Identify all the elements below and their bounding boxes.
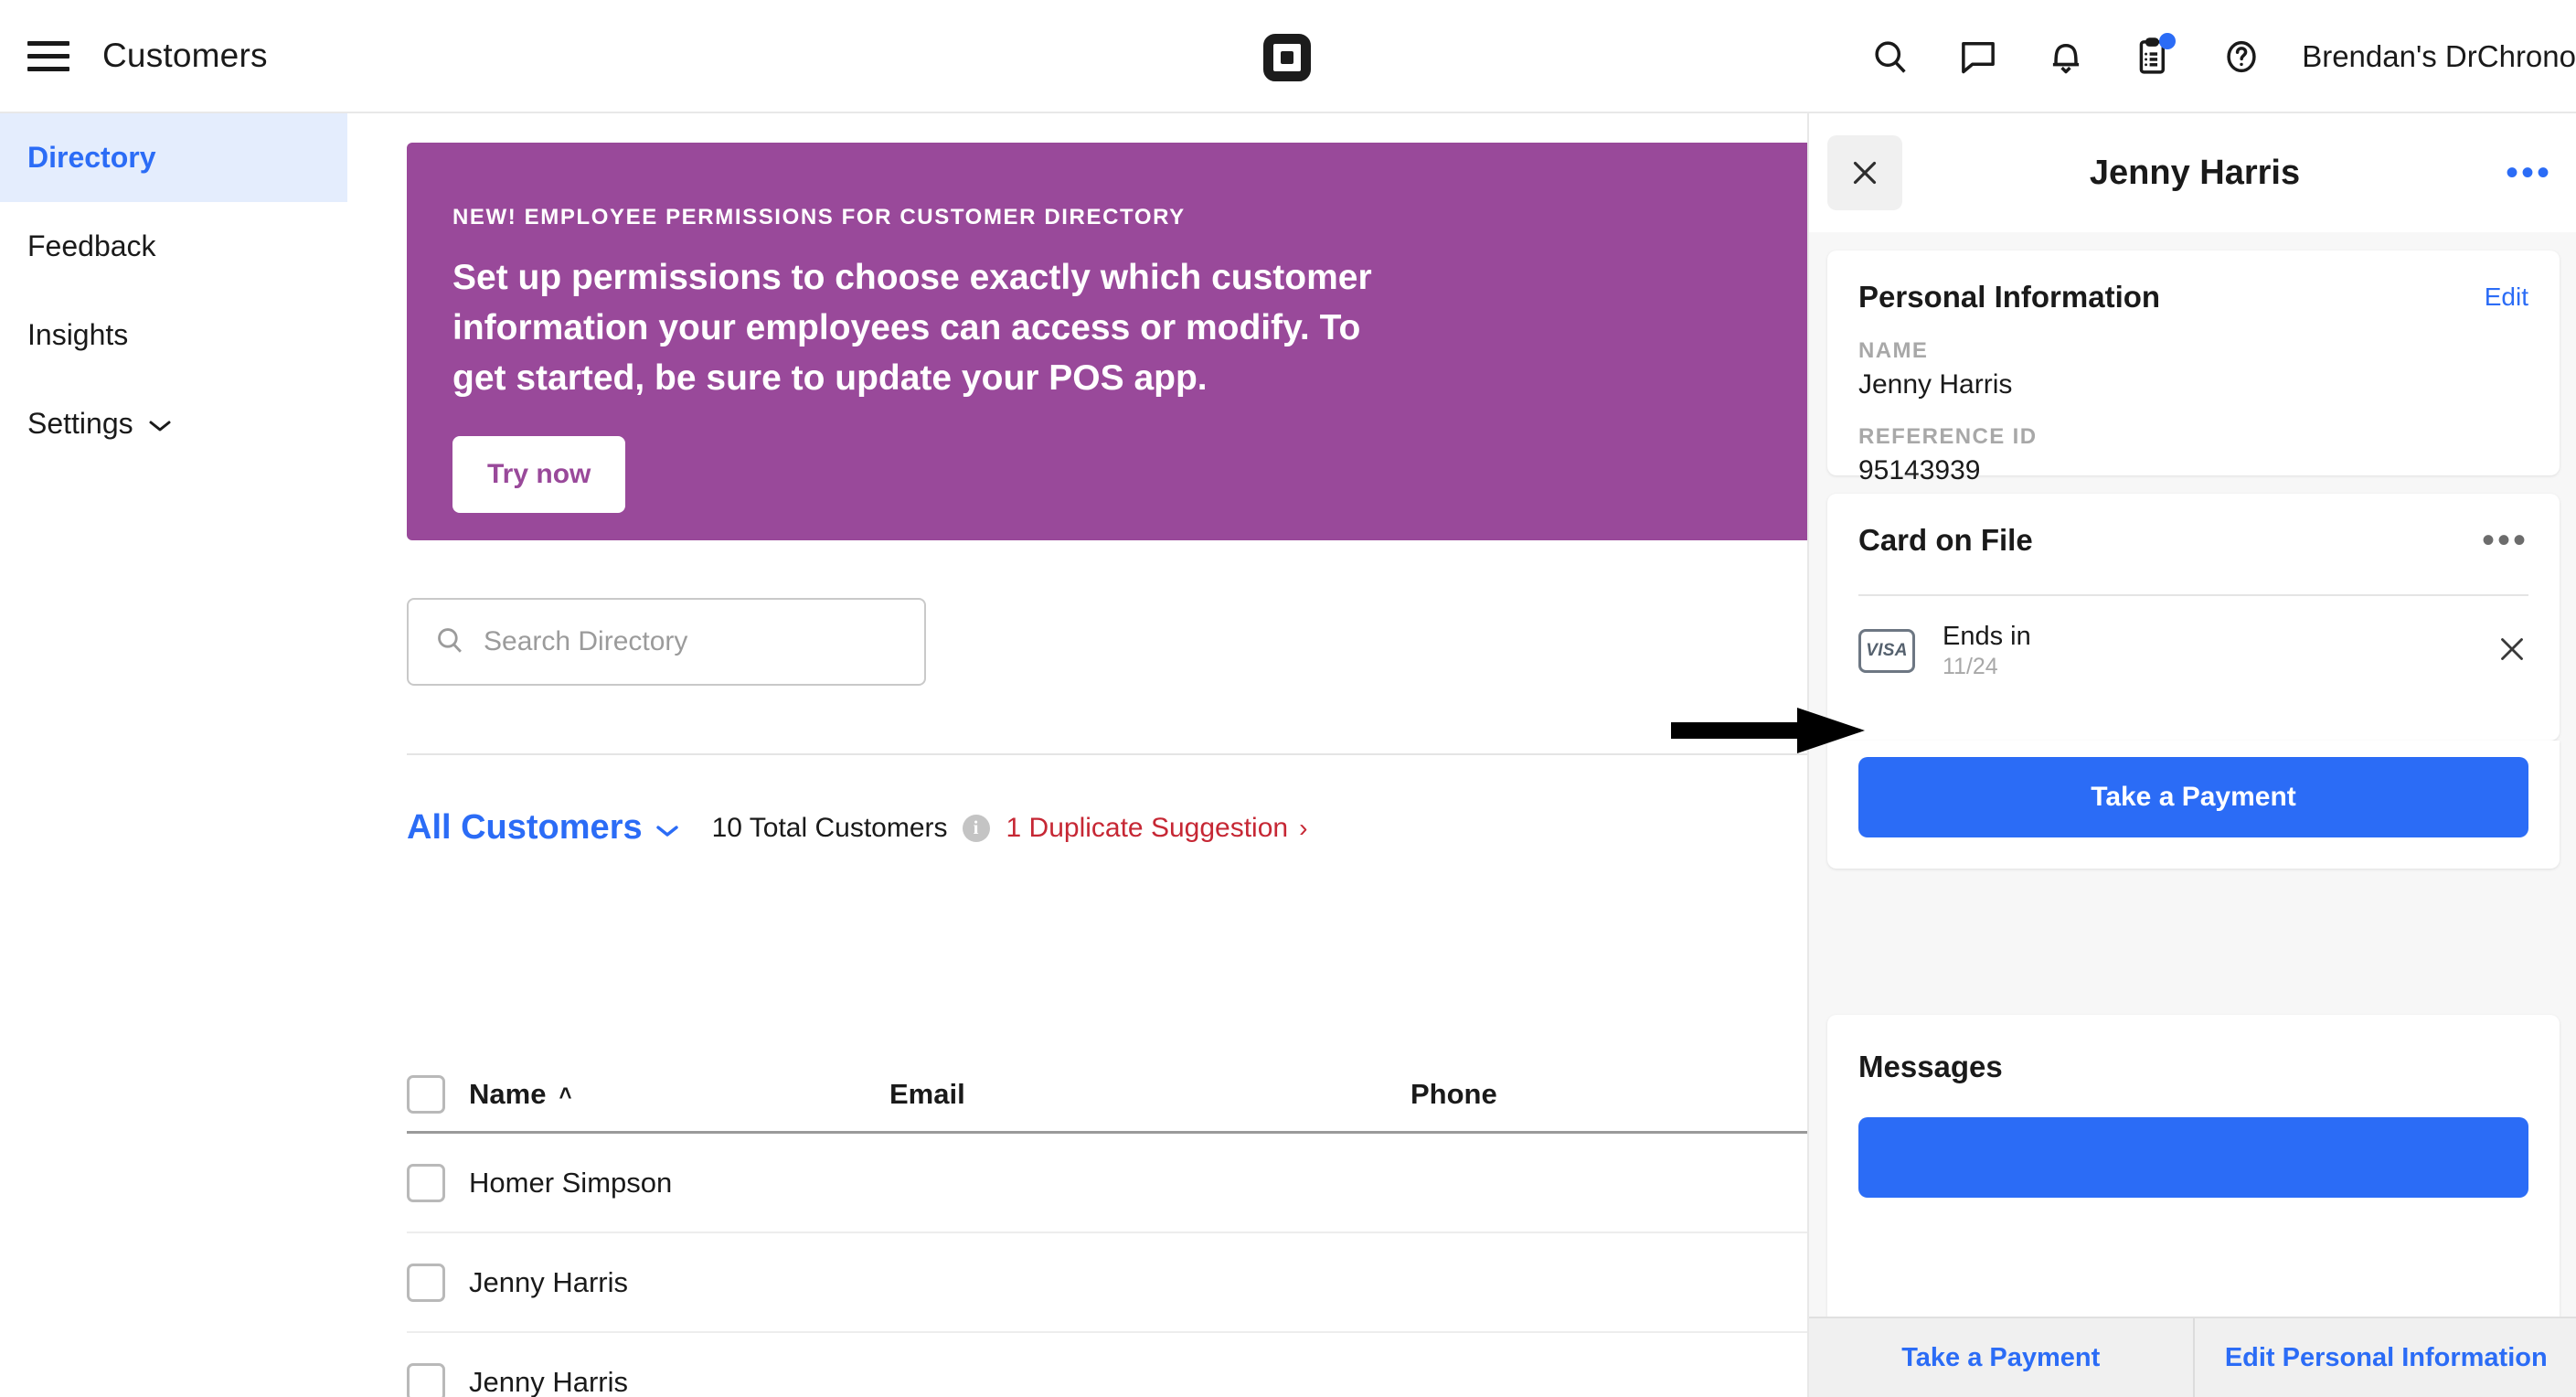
customer-detail-panel: Jenny Harris ••• Personal Information Ed… [1807,113,2576,1397]
all-customers-dropdown[interactable]: All Customers [407,808,679,848]
footer-take-a-payment-button[interactable]: Take a Payment [1809,1318,2193,1397]
row-checkbox[interactable] [407,1362,445,1397]
cell-name: Jenny Harris [469,1265,628,1298]
search-directory-box[interactable] [407,598,926,686]
sidebar-item-settings[interactable]: Settings [0,379,347,468]
top-header: Customers Brendan's DrChrono [0,0,2576,113]
bell-icon[interactable] [2022,0,2110,113]
column-header-email[interactable]: Email [889,1078,1410,1111]
square-logo [1263,34,1311,81]
sidebar-item-label: Insights [27,318,129,351]
app-root: Customers Brendan's DrChrono Directory F… [0,0,2576,1397]
chat-icon[interactable] [1934,0,2022,113]
visa-icon: VISA [1858,629,1915,673]
field-label-name: NAME [1858,338,1929,363]
personal-information-header: Personal Information Edit [1827,251,2560,315]
card-on-file-heading: Card on File [1858,523,2033,557]
duplicate-suggestion-link[interactable]: 1 Duplicate Suggestion › [1006,813,1308,844]
sort-ascending-icon: ˄ [559,1082,572,1106]
sidebar-item-label: Feedback [27,229,156,262]
card-ends-in-label: Ends in [1943,622,2031,651]
sidebar-item-insights[interactable]: Insights [0,291,347,379]
visa-label: VISA [1866,641,1908,660]
chevron-down-icon [655,808,679,848]
column-header-phone[interactable]: Phone [1410,1078,1868,1111]
sidebar-item-label: Directory [27,141,156,174]
personal-information-heading: Personal Information [1858,280,2161,314]
banner-headline: Set up permissions to choose exactly whi… [452,258,1372,398]
sidebar-item-feedback[interactable]: Feedback [0,202,347,291]
field-value-reference-id: 95143939 [1858,455,1981,485]
messages-heading: Messages [1858,1050,2003,1083]
more-horizontal-icon[interactable]: ••• [2506,155,2552,191]
filter-row: All Customers 10 Total Customers i 1 Dup… [407,808,1307,848]
row-checkbox[interactable] [407,1263,445,1302]
select-all-checkbox[interactable] [407,1075,445,1114]
card-on-file-action-wrap: Take a Payment [1827,741,2560,869]
panel-header: Jenny Harris ••• [1809,113,2576,232]
sidebar: Directory Feedback Insights Settings [0,113,347,1397]
card-on-file-row: VISA Ends in 11/24 [1827,622,2560,680]
cell-name: Jenny Harris [469,1365,628,1397]
field-value-name: Jenny Harris [1858,369,2013,400]
card-on-file-card: Card on File ••• VISA Ends in 11/24 [1827,494,2560,741]
remove-card-icon[interactable] [2496,633,2528,670]
account-name[interactable]: Brendan's DrChrono [2302,39,2576,74]
column-header-name[interactable]: Name ˄ [469,1078,889,1111]
card-expiry: 11/24 [1943,654,1998,679]
take-a-payment-button[interactable]: Take a Payment [1858,757,2528,837]
sidebar-item-directory[interactable]: Directory [0,113,347,202]
search-icon[interactable] [1847,0,1934,113]
panel-title: Jenny Harris [2089,153,2301,192]
info-icon[interactable]: i [962,814,990,842]
card-on-file-divider [1858,594,2528,596]
search-icon [434,624,465,660]
hamburger-icon[interactable] [27,37,69,74]
messages-action-button[interactable] [1858,1117,2528,1198]
cell-name: Homer Simpson [469,1166,673,1199]
duplicate-suggestion-label: 1 Duplicate Suggestion [1006,812,1289,843]
panel-footer: Take a Payment Edit Personal Information [1809,1317,2576,1397]
row-checkbox[interactable] [407,1163,445,1202]
column-header-name-label: Name [469,1078,547,1110]
more-horizontal-icon[interactable]: ••• [2482,522,2528,559]
help-icon[interactable] [2198,0,2285,113]
chevron-down-icon [148,407,172,441]
sidebar-item-label: Settings [27,407,133,440]
total-customers-count: 10 Total Customers [711,812,948,843]
field-label-reference-id: REFERENCE ID [1858,424,2038,449]
chevron-right-icon: › [1299,813,1308,842]
footer-edit-personal-information-button[interactable]: Edit Personal Information [2195,1318,2576,1397]
personal-information-card: Personal Information Edit NAME Jenny Har… [1827,251,2560,485]
card-on-file-header: Card on File ••• [1827,494,2560,559]
clipboard-icon[interactable] [2110,0,2198,113]
all-customers-label: All Customers [407,808,643,847]
page-title: Customers [102,37,268,74]
messages-action-wrap [1827,1084,2560,1198]
header-icon-group: Brendan's DrChrono [1847,0,2576,113]
card-on-file-text: Ends in 11/24 [1943,622,2496,680]
search-input[interactable] [484,626,868,657]
try-now-button[interactable]: Try now [452,436,626,513]
edit-personal-information-link[interactable]: Edit [2485,283,2528,312]
